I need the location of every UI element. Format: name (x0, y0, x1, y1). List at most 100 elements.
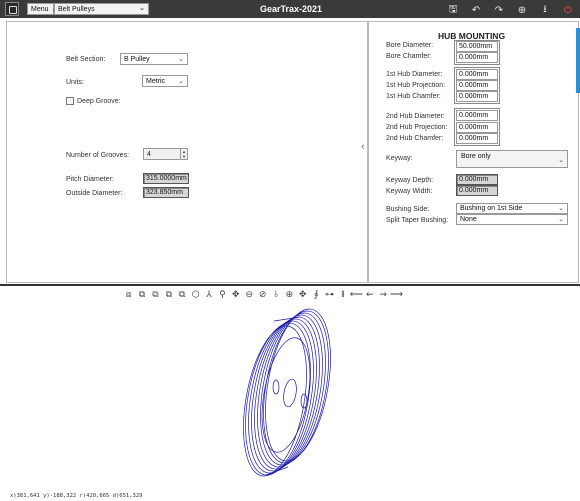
rotate-icon[interactable]: ⚲ (216, 288, 229, 300)
keyway-width-value: 0.000mm (459, 187, 489, 194)
bore-diameter-field[interactable]: 50.000mm (456, 41, 498, 52)
module-select-value: Belt Pulleys (58, 5, 95, 13)
pulley-model[interactable] (240, 305, 350, 480)
download-icon[interactable]: ⭳ (539, 2, 551, 19)
hub1-chamfer-label: 1st Hub Chamfer: (386, 93, 441, 100)
hub2-chamfer-label: 2nd Hub Chamfer: (386, 135, 444, 142)
outside-diameter-field: 323.850mm (143, 187, 189, 198)
redo-icon[interactable]: ↷ (493, 5, 505, 16)
pitch-diameter-field[interactable]: 315.0000mm (143, 173, 189, 184)
belt-section-label: Belt Section: (66, 56, 106, 63)
hub1-diameter-value: 0.000mm (459, 71, 489, 78)
hub1-diameter-label: 1st Hub Diameter: (386, 71, 443, 78)
keyway-width-label: Keyway Width: (386, 188, 433, 195)
hub2-projection-field[interactable]: 0.000mm (456, 122, 498, 133)
hub2-diameter-label: 2nd Hub Diameter: (386, 113, 445, 120)
keyway-value: Bore only (461, 153, 491, 160)
hub2-projection-value: 0.000mm (459, 124, 489, 131)
view-back-icon[interactable]: ⧉ (149, 288, 162, 300)
undo-icon[interactable]: ↶ (470, 5, 482, 16)
pan-icon[interactable]: ✥ (229, 288, 242, 300)
power-icon[interactable]: ⏻ (562, 5, 574, 16)
arrow-fast-left-icon[interactable]: ⇜ (363, 288, 376, 300)
collapse-panel-chevron-icon[interactable]: ‹ (361, 141, 365, 153)
link-icon[interactable]: ⊶ (323, 288, 336, 300)
arrow-fast-right-icon[interactable]: ⇝ (376, 288, 389, 300)
chevron-down-icon: ⌄ (139, 5, 145, 12)
hub1-diameter-field[interactable]: 0.000mm (456, 69, 498, 80)
spin-z-icon[interactable]: ∮ (309, 288, 322, 300)
hub1-chamfer-field[interactable]: 0.000mm (456, 91, 498, 102)
chevron-down-icon: ⌄ (558, 205, 564, 212)
grooves-value: 4 (147, 150, 151, 158)
mirror-icon[interactable]: ⫰ (269, 288, 282, 300)
hub2-chamfer-field[interactable]: 0.000mm (456, 133, 498, 144)
grooves-label: Number of Grooves: (66, 152, 130, 159)
hub2-chamfer-value: 0.000mm (459, 135, 489, 142)
view-front-icon[interactable]: ⧉ (135, 288, 148, 300)
split-taper-value: None (460, 216, 477, 223)
grooves-stepper[interactable]: 4 ▲ ▼ (143, 148, 188, 160)
units-select[interactable]: Metric ⌄ (142, 75, 188, 87)
keyway-depth-field[interactable]: 0.000mm (456, 174, 498, 185)
pause-icon[interactable]: ‖ (336, 288, 349, 300)
title-bar: Menu ⌄ Belt Pulleys ⌄ GearTrax-2021 🖫 ↶ … (0, 0, 580, 18)
keyway-depth-label: Keyway Depth: (386, 177, 434, 184)
belt-section-value: B Pulley (124, 55, 150, 63)
bushing-side-select[interactable]: Bushing on 1st Side ⌄ (456, 203, 568, 214)
split-taper-label: Split Taper Bushing: (386, 217, 449, 224)
cursor-coordinates: x)381,641 y)-188,322 r)420,665 d)651,329 (10, 493, 143, 499)
zoom-icon[interactable]: ⊖ (243, 288, 256, 300)
bore-chamfer-label: Bore Chamfer: (386, 53, 432, 60)
bore-chamfer-value: 0.000mm (459, 54, 489, 61)
view-left-icon[interactable]: ⬡ (189, 288, 202, 300)
stepper-arrows-icon[interactable]: ▲ ▼ (180, 149, 187, 159)
hub1-projection-field[interactable]: 0.000mm (456, 80, 498, 91)
bore-diameter-value: 50.000mm (459, 43, 493, 50)
view-toolbar: ⧈ ⧉ ⧉ ⧉ ⧉ ⬡ ⅄ ⚲ ✥ ⊖ ⊘ ⫰ ⊕ ✥ ∮ ⊶ ‖ ⟵ ⇜ ⇝ … (122, 288, 403, 300)
units-label: Units: (66, 79, 84, 86)
pitch-diameter-label: Pitch Diameter: (66, 176, 114, 183)
pitch-diameter-value: 315.0000mm (146, 175, 187, 182)
hub1-projection-label: 1st Hub Projection: (386, 82, 446, 89)
belt-section-select[interactable]: B Pulley ⌄ (120, 53, 188, 65)
view-top-icon[interactable]: ⧉ (162, 288, 175, 300)
bore-diameter-label: Bore Diameter: (386, 42, 434, 49)
module-select[interactable]: Belt Pulleys ⌄ (54, 3, 149, 15)
spin-y-icon[interactable]: ✥ (296, 288, 309, 300)
split-taper-select[interactable]: None ⌄ (456, 214, 568, 225)
deep-groove-checkbox[interactable] (66, 97, 74, 105)
bushing-side-label: Bushing Side: (386, 206, 430, 213)
menu-label: Menu (31, 5, 49, 13)
bushing-side-value: Bushing on 1st Side (460, 205, 523, 212)
app-title: GearTrax-2021 (260, 4, 323, 14)
menu-button[interactable]: Menu ⌄ (27, 3, 57, 15)
outside-diameter-value: 323.850mm (146, 189, 183, 196)
hub2-diameter-field[interactable]: 0.000mm (456, 110, 498, 121)
spin-x-icon[interactable]: ⊕ (283, 288, 296, 300)
chevron-down-icon: ⌄ (178, 78, 184, 85)
bore-chamfer-field[interactable]: 0.000mm (456, 52, 498, 63)
arrow-right-icon[interactable]: ⟶ (390, 288, 403, 300)
deep-groove-label: Deep Groove: (77, 98, 121, 105)
outside-diameter-label: Outside Diameter: (66, 190, 123, 197)
keyway-width-field[interactable]: 0.000mm (456, 185, 498, 196)
chevron-down-icon: ⌄ (558, 157, 564, 164)
hub2-projection-label: 2nd Hub Projection: (386, 124, 448, 131)
hub1-projection-value: 0.000mm (459, 82, 489, 89)
chevron-down-icon: ⌄ (558, 216, 564, 223)
view-iso-icon[interactable]: ⧈ (122, 288, 135, 300)
keyway-label: Keyway: (386, 155, 413, 162)
settings-icon[interactable]: ⊕ (516, 5, 528, 16)
keyway-depth-value: 0.000mm (459, 176, 489, 183)
hub2-diameter-value: 0.000mm (459, 112, 489, 119)
keyway-select[interactable]: Bore only ⌄ (456, 150, 568, 168)
scroll-indicator[interactable] (576, 28, 580, 93)
view-bottom-icon[interactable]: ⧉ (176, 288, 189, 300)
view-right-icon[interactable]: ⅄ (202, 288, 215, 300)
chevron-down-icon: ⌄ (178, 56, 184, 63)
zoom-window-icon[interactable]: ⊘ (256, 288, 269, 300)
arrow-left-icon[interactable]: ⟵ (350, 288, 363, 300)
app-logo-icon (5, 2, 19, 16)
save-icon[interactable]: 🖫 (447, 2, 459, 19)
